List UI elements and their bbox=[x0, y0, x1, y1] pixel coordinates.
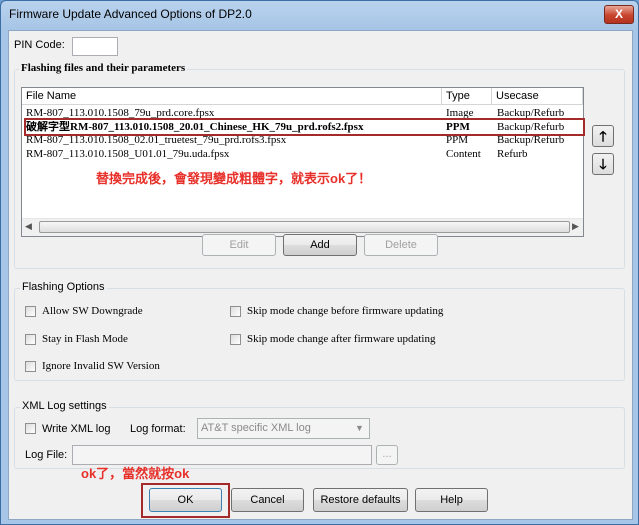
skip-before-label: Skip mode change before firmware updatin… bbox=[247, 305, 444, 317]
window-title: Firmware Update Advanced Options of DP2.… bbox=[9, 7, 252, 21]
ignore-invalid-checkbox[interactable] bbox=[25, 361, 36, 372]
browse-button[interactable]: ... bbox=[376, 445, 398, 465]
log-format-value: AT&T specific XML log bbox=[201, 422, 311, 434]
dialog-body: PIN Code: Flashing files and their param… bbox=[8, 30, 633, 520]
log-file-label: Log File: bbox=[25, 449, 68, 461]
bold-font-annotation: 替換完成後，會發現變成粗體字，就表示ok了！ bbox=[96, 171, 372, 186]
move-up-button[interactable]: 🡑 bbox=[592, 125, 614, 147]
ignore-invalid-label: Ignore Invalid SW Version bbox=[42, 360, 160, 372]
write-xml-log-checkbox[interactable] bbox=[25, 423, 36, 434]
title-bar[interactable]: Firmware Update Advanced Options of DP2.… bbox=[1, 1, 638, 29]
dialog-window: Firmware Update Advanced Options of DP2.… bbox=[0, 0, 639, 525]
add-button[interactable]: Add bbox=[283, 234, 357, 256]
allow-downgrade-checkbox[interactable] bbox=[25, 306, 36, 317]
press-ok-annotation: ok了，當然就按ok bbox=[81, 466, 190, 481]
pin-code-label: PIN Code: bbox=[14, 39, 65, 51]
xml-log-group-label: XML Log settings bbox=[20, 400, 109, 412]
log-format-select[interactable]: AT&T specific XML log ▼ bbox=[197, 418, 370, 439]
log-file-input[interactable] bbox=[72, 445, 372, 465]
stay-flash-checkbox[interactable] bbox=[25, 334, 36, 345]
skip-after-label: Skip mode change after firmware updating bbox=[247, 333, 436, 345]
delete-button[interactable]: Delete bbox=[364, 234, 438, 256]
arrow-up-icon: 🡑 bbox=[599, 128, 607, 144]
log-format-label: Log format: bbox=[130, 423, 186, 435]
type-cell: Content bbox=[446, 148, 481, 160]
column-header-type[interactable]: Type bbox=[442, 88, 492, 105]
flashing-files-group-label: Flashing files and their parameters bbox=[19, 62, 188, 74]
allow-downgrade-label: Allow SW Downgrade bbox=[42, 305, 143, 317]
column-header-usecase[interactable]: Usecase bbox=[492, 88, 583, 105]
arrow-down-icon: 🡓 bbox=[599, 156, 607, 172]
write-xml-log-label: Write XML log bbox=[42, 423, 111, 435]
cancel-button[interactable]: Cancel bbox=[231, 488, 304, 512]
chevron-down-icon: ▼ bbox=[355, 423, 364, 433]
table-row[interactable]: RM-807_113.010.1508_U01.01_79u.uda.fpsx … bbox=[22, 148, 583, 161]
skip-after-checkbox[interactable] bbox=[230, 334, 241, 345]
restore-defaults-button[interactable]: Restore defaults bbox=[313, 488, 408, 512]
edit-button[interactable]: Edit bbox=[202, 234, 276, 256]
pin-code-input[interactable] bbox=[72, 37, 118, 56]
scrollbar-thumb[interactable] bbox=[39, 221, 570, 233]
scroll-right-icon[interactable]: ▶ bbox=[572, 221, 579, 232]
column-header-file-name[interactable]: File Name bbox=[22, 88, 442, 105]
flashing-options-group-label: Flashing Options bbox=[20, 281, 107, 293]
usecase-cell: Refurb bbox=[497, 148, 528, 160]
skip-before-checkbox[interactable] bbox=[230, 306, 241, 317]
file-name-cell: RM-807_113.010.1508_U01.01_79u.uda.fpsx bbox=[26, 148, 230, 160]
close-button[interactable]: X bbox=[604, 5, 634, 24]
ok-button[interactable]: OK bbox=[149, 488, 222, 512]
move-down-button[interactable]: 🡓 bbox=[592, 153, 614, 175]
highlight-box bbox=[24, 118, 585, 136]
scroll-left-icon[interactable]: ◀ bbox=[25, 221, 32, 232]
help-button[interactable]: Help bbox=[415, 488, 488, 512]
flashing-files-list[interactable]: File Name Type Usecase RM-807_113.010.15… bbox=[21, 87, 584, 237]
stay-flash-label: Stay in Flash Mode bbox=[42, 333, 128, 345]
